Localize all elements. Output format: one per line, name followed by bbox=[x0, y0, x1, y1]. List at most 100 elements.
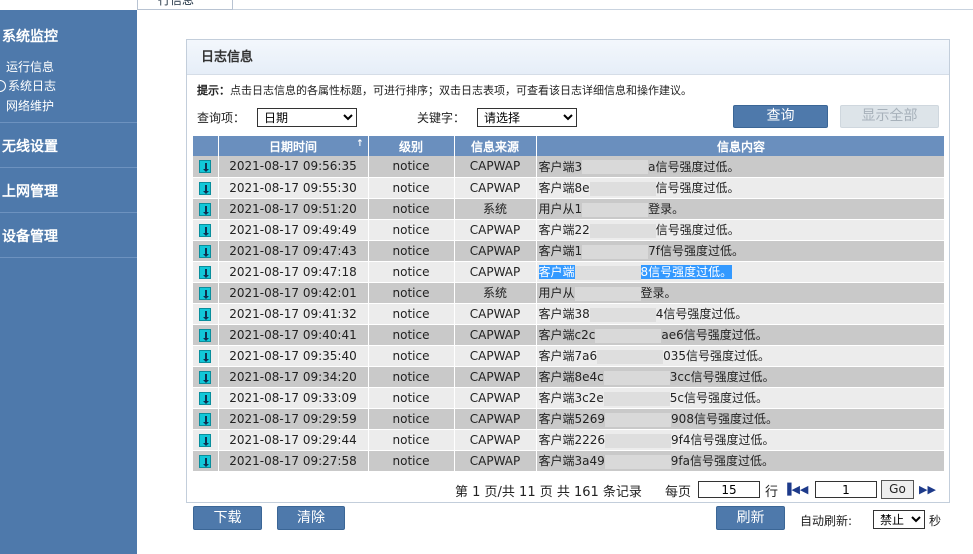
table-row[interactable]: 2021-08-17 09:56:35 notice CAPWAP 客户端3 a信号强度… bbox=[193, 156, 945, 178]
redacted-block bbox=[604, 454, 671, 469]
refresh-button[interactable]: 刷新 bbox=[716, 506, 785, 530]
log-info-icon bbox=[199, 181, 212, 195]
redacted-block bbox=[603, 391, 670, 406]
table-row[interactable]: 2021-08-17 09:47:18 notice CAPWAP 客户端 8信号强度过… bbox=[193, 261, 945, 283]
message-part-a: 用户从 bbox=[538, 286, 575, 300]
row-icon-cell bbox=[193, 282, 219, 304]
message-part-b: 035信号强度过低。 bbox=[663, 349, 771, 363]
per-page-input[interactable] bbox=[698, 481, 760, 498]
header-level[interactable]: 级别 bbox=[368, 136, 455, 156]
download-button[interactable]: 下载 bbox=[193, 506, 262, 530]
cell-datetime: 2021-08-17 09:27:58 bbox=[218, 450, 369, 472]
next-page-icon[interactable]: ▶▶ bbox=[919, 483, 936, 496]
query-button[interactable]: 查询 bbox=[733, 105, 828, 128]
message-part-b: 5c信号强度过低。 bbox=[669, 391, 768, 405]
row-icon-cell bbox=[193, 387, 219, 409]
show-all-button[interactable]: 显示全部 bbox=[840, 105, 939, 128]
table-row[interactable]: 2021-08-17 09:42:01 notice 系统 用户从 登录。 bbox=[193, 282, 945, 304]
message-part-a: 客户端2226 bbox=[538, 433, 606, 447]
cell-source: CAPWAP bbox=[454, 240, 537, 262]
log-table-body: 2021-08-17 09:56:35 notice CAPWAP 客户端3 a信号强度… bbox=[193, 156, 945, 472]
redacted-block bbox=[597, 349, 664, 364]
header-source[interactable]: 信息来源 bbox=[454, 136, 537, 156]
sidebar-item-system-log[interactable]: 系统日志 bbox=[0, 77, 137, 96]
sidebar-head-device: 设备管理 bbox=[2, 229, 58, 245]
page-number-input[interactable] bbox=[815, 481, 877, 498]
cell-message: 客户端8e 信号强度过低。 bbox=[536, 177, 945, 199]
cell-source: CAPWAP bbox=[454, 219, 537, 241]
cell-datetime: 2021-08-17 09:40:41 bbox=[218, 324, 369, 346]
go-button[interactable]: Go bbox=[881, 480, 914, 499]
table-row[interactable]: 2021-08-17 09:29:44 notice CAPWAP 客户端2226 9f… bbox=[193, 429, 945, 451]
table-row[interactable]: 2021-08-17 09:55:30 notice CAPWAP 客户端8e 信号强度… bbox=[193, 177, 945, 199]
first-page-icon[interactable]: ▐◀◀ bbox=[783, 483, 808, 496]
pager: 第 1 页/共 11 页 共 161 条记录 每页 行 ▐◀◀ Go ▶▶ bbox=[455, 480, 936, 500]
redacted-block bbox=[605, 433, 672, 448]
message-part-a: 客户端3a49 bbox=[538, 454, 605, 468]
sidebar-section-device[interactable]: 设备管理 bbox=[0, 213, 137, 258]
hint-body: 点击日志信息的各属性标题，可进行排序；双击日志表项，可查看该日志详细信息和操作建… bbox=[230, 84, 692, 97]
auto-refresh-select[interactable]: 禁止 bbox=[873, 510, 925, 529]
message-part-b: 908信号强度过低。 bbox=[671, 412, 778, 426]
sidebar-item-label: 系统日志 bbox=[8, 79, 57, 93]
table-row[interactable]: 2021-08-17 09:51:20 notice 系统 用户从1 登录。 bbox=[193, 198, 945, 220]
cell-datetime: 2021-08-17 09:29:44 bbox=[218, 429, 369, 451]
message-part-a: 用户从1 bbox=[538, 202, 583, 216]
cell-source: 系统 bbox=[454, 282, 537, 304]
table-row[interactable]: 2021-08-17 09:27:58 notice CAPWAP 客户端3a49 9f… bbox=[193, 450, 945, 472]
message-part-b: 9f4信号强度过低。 bbox=[671, 433, 775, 447]
cell-message: 客户端 8信号强度过低。 bbox=[536, 261, 945, 283]
message-part-a: 客户端3 bbox=[538, 159, 583, 174]
table-row[interactable]: 2021-08-17 09:35:40 notice CAPWAP 客户端7a6 035… bbox=[193, 345, 945, 367]
message-part-b: 8信号强度过低。 bbox=[640, 265, 733, 279]
row-icon-cell bbox=[193, 324, 219, 346]
cell-source: CAPWAP bbox=[454, 366, 537, 388]
message-part-b: 4信号强度过低。 bbox=[655, 307, 748, 321]
cell-source: CAPWAP bbox=[454, 450, 537, 472]
log-info-icon bbox=[199, 391, 212, 405]
cell-message: 客户端3 a信号强度过低。 bbox=[536, 156, 945, 178]
tab-divider bbox=[233, 9, 973, 10]
log-table: 日期时间 ↑ 级别 信息来源 信息内容 2021-08-17 09:56:35 no… bbox=[193, 136, 945, 472]
header-datetime[interactable]: 日期时间 ↑ bbox=[218, 136, 369, 156]
tab-log-info[interactable]: 行信息 bbox=[137, 0, 233, 10]
cell-message: 客户端3a49 9fa信号强度过低。 bbox=[536, 450, 945, 472]
table-row[interactable]: 2021-08-17 09:49:49 notice CAPWAP 客户端22 信号强度… bbox=[193, 219, 945, 241]
cell-source: CAPWAP bbox=[454, 408, 537, 430]
table-row[interactable]: 2021-08-17 09:47:43 notice CAPWAP 客户端1 7f信号强… bbox=[193, 240, 945, 262]
table-row[interactable]: 2021-08-17 09:29:59 notice CAPWAP 客户端5269 90… bbox=[193, 408, 945, 430]
table-row[interactable]: 2021-08-17 09:41:32 notice CAPWAP 客户端38 4信号强… bbox=[193, 303, 945, 325]
cell-source: CAPWAP bbox=[454, 156, 537, 178]
row-icon-cell bbox=[193, 450, 219, 472]
row-icon-cell bbox=[193, 366, 219, 388]
table-row[interactable]: 2021-08-17 09:40:41 notice CAPWAP 客户端c2c ae6… bbox=[193, 324, 945, 346]
cell-message: 客户端1 7f信号强度过低。 bbox=[536, 240, 945, 262]
cell-message: 客户端3c2e 5c信号强度过低。 bbox=[536, 387, 945, 409]
redacted-block bbox=[595, 328, 662, 343]
query-select[interactable]: 日期 bbox=[257, 108, 357, 127]
message-part-b: 7f信号强度过低。 bbox=[648, 244, 745, 258]
sidebar-head-system-monitor[interactable]: 系统监控 bbox=[0, 26, 137, 46]
sidebar-item-network-maintenance[interactable]: 网络维护 bbox=[0, 96, 137, 116]
clear-button[interactable]: 清除 bbox=[277, 506, 345, 530]
keyword-select[interactable]: 请选择 bbox=[477, 108, 577, 127]
cell-level: notice bbox=[368, 240, 455, 262]
cell-datetime: 2021-08-17 09:35:40 bbox=[218, 345, 369, 367]
cell-level: notice bbox=[368, 198, 455, 220]
redacted-block bbox=[574, 265, 641, 280]
sidebar-section-internet[interactable]: 上网管理 bbox=[0, 168, 137, 213]
log-info-icon bbox=[199, 202, 212, 216]
sidebar-section-wireless[interactable]: 无线设置 bbox=[0, 123, 137, 168]
cell-level: notice bbox=[368, 387, 455, 409]
redacted-block bbox=[605, 412, 672, 427]
table-header-row: 日期时间 ↑ 级别 信息来源 信息内容 bbox=[193, 136, 945, 156]
cell-message: 客户端22 信号强度过低。 bbox=[536, 219, 945, 241]
cell-datetime: 2021-08-17 09:47:43 bbox=[218, 240, 369, 262]
table-row[interactable]: 2021-08-17 09:34:20 notice CAPWAP 客户端8e4c 3c… bbox=[193, 366, 945, 388]
redacted-block bbox=[582, 160, 649, 175]
cell-message: 客户端38 4信号强度过低。 bbox=[536, 303, 945, 325]
header-message[interactable]: 信息内容 bbox=[536, 136, 945, 156]
table-row[interactable]: 2021-08-17 09:33:09 notice CAPWAP 客户端3c2e 5c… bbox=[193, 387, 945, 409]
sidebar-item-run-info[interactable]: 运行信息 bbox=[0, 58, 137, 77]
log-panel: 日志信息 提示：点击日志信息的各属性标题，可进行排序；双击日志表项，可查看该日志… bbox=[186, 39, 950, 503]
